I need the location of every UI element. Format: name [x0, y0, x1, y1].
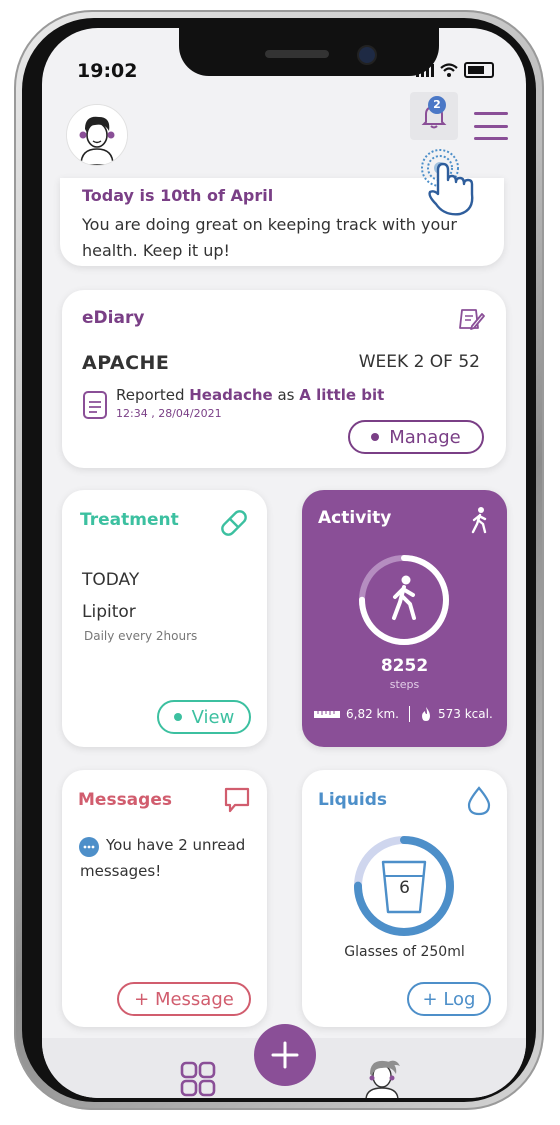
activity-stats: 6,82 km. 573 kcal. — [314, 706, 493, 722]
assistant-avatar-icon[interactable] — [358, 1056, 406, 1098]
glasses-count: 6 — [399, 878, 410, 898]
document-icon — [83, 391, 107, 419]
activity-progress-ring — [359, 555, 449, 645]
log-button-label: + Log — [422, 988, 476, 1010]
report-text: Reported Headache as A little bit — [116, 386, 385, 404]
treatment-day: TODAY — [82, 570, 140, 590]
ediary-title: eDiary — [82, 308, 145, 328]
speech-bubble-icon — [224, 787, 250, 813]
messages-title: Messages — [78, 790, 172, 810]
greeting-title: Today is 10th of April — [82, 186, 274, 205]
pill-icon — [221, 510, 247, 536]
speaker — [265, 50, 329, 58]
log-button[interactable]: + Log — [407, 982, 491, 1016]
camera — [357, 45, 377, 65]
glasses-label: Glasses of 250ml — [344, 944, 465, 960]
message-button[interactable]: + Message — [117, 982, 251, 1016]
reported-severity: A little bit — [299, 386, 385, 404]
message-button-label: + Message — [134, 988, 234, 1010]
plus-icon — [271, 1041, 299, 1069]
manage-label: Manage — [389, 426, 461, 448]
report-timestamp: 12:34 , 28/04/2021 — [116, 407, 222, 420]
ediary-card[interactable]: eDiary APACHE WEEK 2 OF 52 Reported Head… — [62, 290, 506, 468]
distance-value: 6,82 km. — [346, 707, 399, 721]
status-icons — [416, 62, 494, 78]
view-label: View — [191, 706, 235, 728]
dot-icon — [371, 433, 380, 441]
add-button[interactable] — [254, 1024, 316, 1086]
grid-icon[interactable] — [180, 1061, 216, 1097]
program-name: APACHE — [82, 352, 170, 374]
avatar-illustration — [67, 105, 127, 165]
edit-icon — [459, 309, 485, 330]
flame-icon — [422, 707, 430, 721]
signal-icon — [416, 63, 434, 77]
reported-symptom: Headache — [189, 386, 273, 404]
tap-hand-icon — [416, 148, 488, 224]
walking-figure-icon — [392, 575, 416, 620]
app-screen: 19:02 2 Today is 10th of April You are d… — [42, 28, 526, 1098]
medication-name: Lipitor — [82, 602, 136, 622]
steps-label: steps — [389, 678, 420, 691]
view-button[interactable]: View — [157, 700, 251, 734]
activity-title: Activity — [318, 508, 392, 528]
manage-button[interactable]: Manage — [348, 420, 484, 454]
walk-icon — [471, 507, 487, 534]
user-avatar[interactable] — [66, 104, 128, 166]
medication-frequency: Daily every 2hours — [84, 629, 198, 643]
activity-card[interactable]: Activity 8252 steps 6,82 km. 573 kcal. — [302, 490, 507, 747]
menu-icon[interactable] — [474, 112, 508, 140]
calories-value: 573 kcal. — [438, 707, 493, 721]
week-progress: WEEK 2 OF 52 — [358, 352, 480, 372]
messages-text: You have 2 unread messages! — [80, 836, 246, 880]
liquids-card[interactable]: Liquids 6 Glasses of 250ml + Log — [302, 770, 507, 1027]
status-time: 19:02 — [77, 60, 138, 82]
divider — [409, 706, 410, 722]
treatment-title: Treatment — [80, 510, 179, 530]
battery-icon — [464, 62, 494, 78]
notification-badge: 2 — [428, 96, 446, 114]
phone-frame: 19:02 2 Today is 10th of April You are d… — [14, 10, 544, 1110]
messages-card[interactable]: Messages You have 2 unread messages! + M… — [62, 770, 267, 1027]
treatment-card[interactable]: Treatment TODAY Lipitor Daily every 2hou… — [62, 490, 267, 747]
notch — [179, 28, 439, 76]
liquids-title: Liquids — [318, 790, 388, 810]
wifi-icon — [440, 63, 458, 77]
notifications-button[interactable]: 2 — [410, 92, 458, 140]
dot-icon — [173, 713, 182, 721]
drop-icon — [467, 786, 491, 816]
steps-count: 8252 — [380, 656, 429, 676]
ruler-icon — [314, 711, 340, 718]
